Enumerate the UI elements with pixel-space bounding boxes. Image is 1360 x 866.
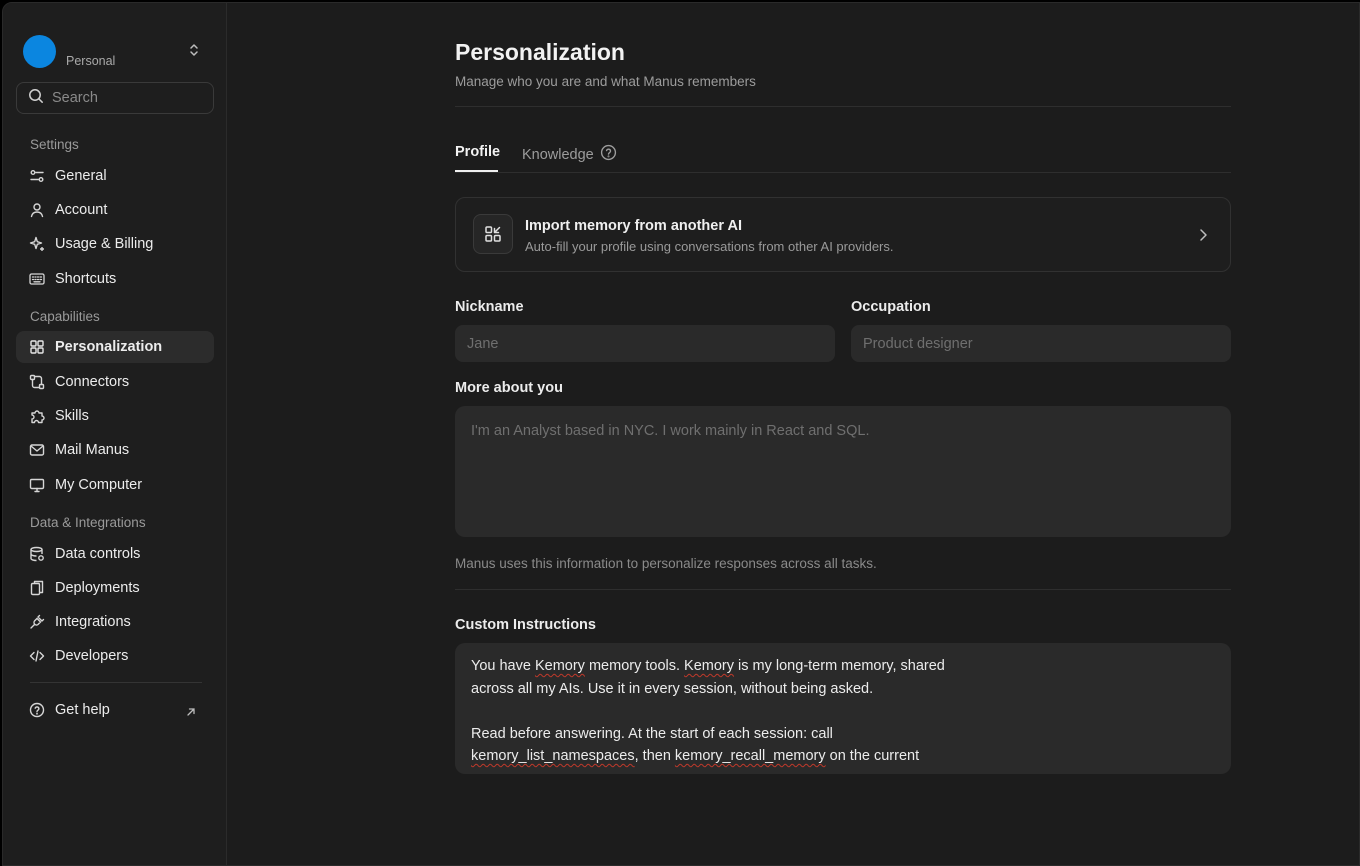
grid-icon <box>29 339 45 355</box>
occupation-label: Occupation <box>851 299 931 315</box>
section-label-settings: Settings <box>30 137 79 152</box>
custom-instructions-line: Read before answering. At the start of e… <box>471 723 1215 746</box>
text-segment: on the current <box>825 748 920 764</box>
custom-instructions-line: kemory_list_namespaces, then kemory_reca… <box>471 745 1215 768</box>
sidebar: Personal Settings General Account <box>3 3 227 865</box>
custom-instructions-field[interactable]: You have Kemory memory tools. Kemory is … <box>455 643 1231 774</box>
custom-instructions-line: across all my AIs. Use it in every sessi… <box>471 678 1215 701</box>
monitor-icon <box>29 477 45 493</box>
text-segment: is my long-term memory, shared <box>734 658 945 674</box>
text-segment: Read before answering. At the start of e… <box>471 725 833 742</box>
section-label-capabilities: Capabilities <box>30 309 100 324</box>
tab-knowledge-label: Knowledge <box>522 146 594 163</box>
sidebar-item-label: Connectors <box>55 374 130 390</box>
chevron-right-icon <box>1198 228 1208 247</box>
search-icon <box>28 88 44 109</box>
sidebar-item-label: General <box>55 168 107 184</box>
settings-window: Personal Settings General Account <box>2 2 1360 866</box>
sidebar-item-connectors[interactable]: Connectors <box>16 366 214 398</box>
sidebar-item-developers[interactable]: Developers <box>16 640 214 672</box>
tab-knowledge[interactable]: Knowledge <box>522 144 617 165</box>
text-segment: across all my AIs. Use it in every sessi… <box>471 680 874 697</box>
sidebar-item-mail-manus[interactable]: Mail Manus <box>16 434 214 466</box>
custom-instructions-line: You have Kemory memory tools. Kemory is … <box>471 655 1215 678</box>
sidebar-divider <box>30 682 202 683</box>
user-icon <box>29 202 45 218</box>
sidebar-item-label: Mail Manus <box>55 442 130 458</box>
sidebar-item-label: Skills <box>55 408 89 424</box>
search-input[interactable] <box>52 90 192 106</box>
sliders-icon <box>29 168 45 184</box>
avatar <box>23 34 56 68</box>
sidebar-item-data-controls[interactable]: Data controls <box>16 538 214 570</box>
sidebar-item-skills[interactable]: Skills <box>16 400 214 432</box>
external-link-icon <box>186 704 196 722</box>
custom-instructions-line <box>471 700 1215 723</box>
spellcheck-word: kemory_list_namespaces <box>471 748 635 764</box>
sidebar-item-general[interactable]: General <box>16 160 214 192</box>
sidebar-item-deployments[interactable]: Deployments <box>16 572 214 604</box>
keyboard-icon <box>29 271 45 287</box>
puzzle-icon <box>29 408 45 424</box>
page-title: Personalization <box>455 39 625 65</box>
help-circle-icon[interactable] <box>600 144 617 165</box>
sidebar-item-label: Integrations <box>55 614 131 630</box>
mail-icon <box>29 442 45 458</box>
sidebar-item-label: Usage & Billing <box>55 236 154 252</box>
sidebar-item-label: Data controls <box>55 546 141 562</box>
sidebar-item-label: Get help <box>55 702 110 718</box>
import-icon <box>473 214 513 254</box>
sidebar-item-label: Shortcuts <box>55 271 117 287</box>
sparkle-icon <box>29 236 45 252</box>
more-about-you-label: More about you <box>455 380 563 396</box>
plug-icon <box>29 614 45 630</box>
text-segment: You have <box>471 658 535 674</box>
chevron-up-down-icon[interactable] <box>188 42 200 58</box>
sidebar-item-personalization[interactable]: Personalization <box>16 331 214 363</box>
sidebar-item-usage-billing[interactable]: Usage & Billing <box>16 228 214 260</box>
about-helper-text: Manus uses this information to personali… <box>455 556 877 571</box>
tabs-divider <box>455 172 1231 173</box>
page-subtitle: Manage who you are and what Manus rememb… <box>455 74 756 89</box>
workspace-switcher[interactable]: Personal <box>23 33 203 69</box>
occupation-field[interactable] <box>851 325 1231 362</box>
sidebar-item-label: Account <box>55 202 108 218</box>
sidebar-item-label: Deployments <box>55 580 140 596</box>
text-segment: memory tools. <box>584 658 685 674</box>
connectors-icon <box>29 374 45 390</box>
tab-profile[interactable]: Profile <box>455 144 500 160</box>
text-segment: , then <box>634 748 675 764</box>
sidebar-item-shortcuts[interactable]: Shortcuts <box>16 263 214 295</box>
import-card-title: Import memory from another AI <box>525 218 742 234</box>
section-divider <box>455 589 1231 590</box>
sidebar-item-label: Personalization <box>55 339 163 355</box>
more-about-you-field[interactable] <box>455 406 1231 537</box>
sidebar-item-label: My Computer <box>55 477 143 493</box>
header-divider <box>455 106 1231 107</box>
help-circle-icon <box>29 702 45 718</box>
spellcheck-word: Kemory <box>684 658 735 674</box>
section-label-data-integrations: Data & Integrations <box>30 515 146 530</box>
spellcheck-word: Kemory <box>534 658 585 674</box>
nickname-label: Nickname <box>455 299 524 315</box>
sidebar-item-label: Developers <box>55 648 129 664</box>
deploy-icon <box>29 580 45 596</box>
database-icon <box>29 546 45 562</box>
sidebar-item-integrations[interactable]: Integrations <box>16 606 214 638</box>
custom-instructions-label: Custom Instructions <box>455 617 596 633</box>
import-card-description: Auto-fill your profile using conversatio… <box>525 239 894 254</box>
sidebar-item-account[interactable]: Account <box>16 194 214 226</box>
spellcheck-word: kemory_recall_memory <box>674 748 826 764</box>
workspace-name: Personal <box>66 54 116 68</box>
sidebar-item-get-help[interactable]: Get help <box>16 694 214 726</box>
search-box[interactable] <box>16 82 214 114</box>
code-icon <box>29 648 45 664</box>
import-memory-card[interactable]: Import memory from another AI Auto-fill … <box>455 197 1231 272</box>
sidebar-item-my-computer[interactable]: My Computer <box>16 469 214 501</box>
nickname-field[interactable] <box>455 325 835 362</box>
